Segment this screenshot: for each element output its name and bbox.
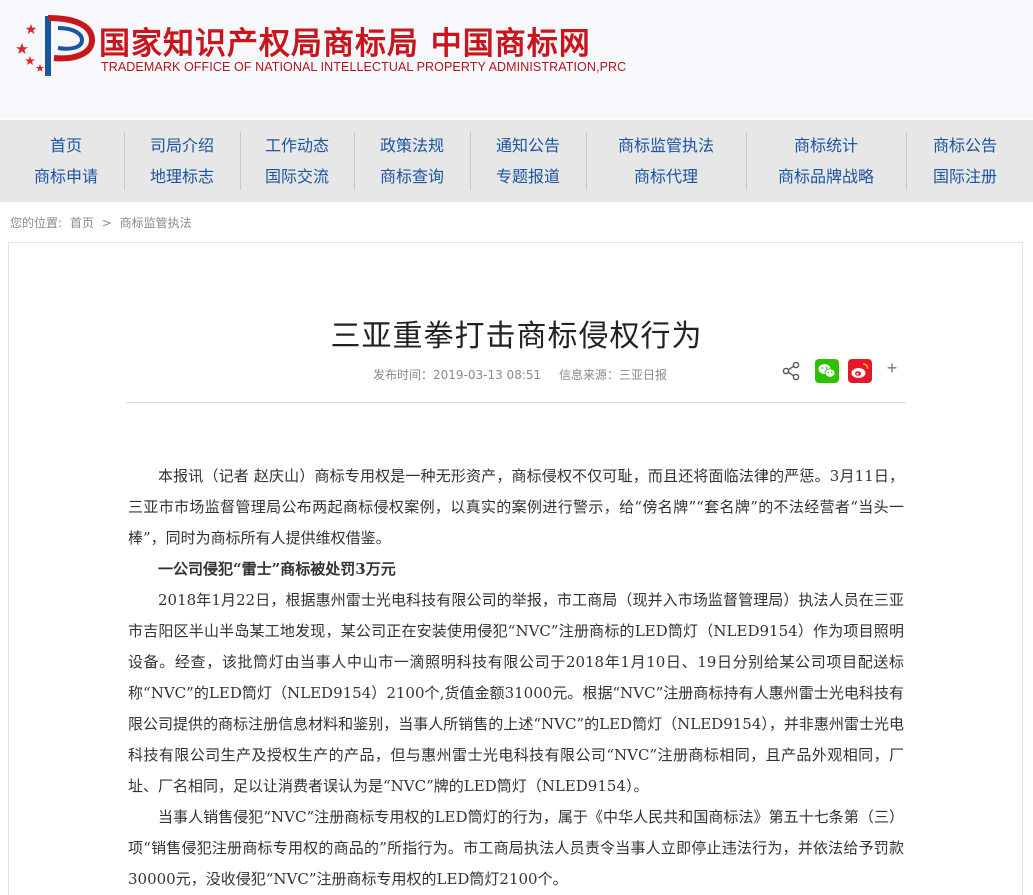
site-header: 国家知识产权局商标局 中国商标网 TRADEMARK OFFICE OF NAT… (0, 0, 1033, 118)
nav-link-work-news[interactable]: 工作动态 (240, 130, 354, 161)
paragraph-case-detail: 2018年1月22日，根据惠州雷士光电科技有限公司的举报，市工商局（现并入市场监… (128, 591, 904, 795)
nav-column-3: 工作动态 国际交流 (240, 130, 354, 192)
nav-column-7: 商标统计 商标品牌战略 (746, 130, 906, 192)
article-container: 三亚重拳打击商标侵权行为 发布时间：2019-03-13 08:51 信息来源：… (8, 242, 1023, 895)
title-divider (126, 402, 906, 403)
nav-link-special-reports[interactable]: 专题报道 (470, 161, 586, 192)
nav-link-trademark-application[interactable]: 商标申请 (8, 161, 124, 192)
wechat-icon[interactable] (815, 359, 839, 383)
nav-link-bureau-intro[interactable]: 司局介绍 (124, 130, 240, 161)
article-source: 信息来源：三亚日报 (558, 368, 667, 382)
nav-link-geographical-indication[interactable]: 地理标志 (124, 161, 240, 192)
nav-link-supervision-enforcement[interactable]: 商标监管执法 (586, 130, 746, 161)
breadcrumb-current-link[interactable]: 商标监管执法 (120, 216, 192, 230)
article-meta: 发布时间：2019-03-13 08:51 信息来源：三亚日报 (373, 366, 681, 383)
nav-link-policies-regulations[interactable]: 政策法规 (354, 130, 470, 161)
nav-link-announcements[interactable]: 通知公告 (470, 130, 586, 161)
nav-column-8: 商标公告 国际注册 (906, 130, 1024, 192)
publish-time: 发布时间：2019-03-13 08:51 (373, 368, 542, 382)
article-title: 三亚重拳打击商标侵权行为 (330, 319, 703, 354)
nav-column-4: 政策法规 商标查询 (354, 130, 470, 192)
nav-link-international-registration[interactable]: 国际注册 (906, 161, 1024, 192)
paragraph-intro: 本报讯（记者 赵庆山）商标专用权是一种无形资产，商标侵权不仅可耻，而且还将面临法… (128, 467, 904, 547)
paragraph-penalty: 当事人销售侵犯“NVC”注册商标专用权的LED筒灯的行为，属于《中华人民共和国商… (128, 808, 904, 888)
breadcrumb-label: 您的位置: (10, 216, 63, 230)
paragraph-subheading: 一公司侵犯“雷士”商标被处罚3万元 (158, 560, 396, 578)
nav-column-1: 首页 商标申请 (8, 130, 124, 192)
nav-column-2: 司局介绍 地理标志 (124, 130, 240, 192)
site-title-en: TRADEMARK OFFICE OF NATIONAL INTELLECTUA… (101, 60, 627, 74)
plus-icon[interactable]: + (880, 356, 904, 380)
article-body: 本报讯（记者 赵庆山）商标专用权是一种无形资产，商标侵权不仅可耻，而且还将面临法… (128, 461, 904, 895)
share-icon[interactable] (779, 359, 803, 383)
nav-link-international-exchange[interactable]: 国际交流 (240, 161, 354, 192)
nav-column-6: 商标监管执法 商标代理 (586, 130, 746, 192)
breadcrumb-home-link[interactable]: 首页 (70, 216, 94, 230)
nav-link-trademark-gazette[interactable]: 商标公告 (906, 130, 1024, 161)
nav-column-5: 通知公告 专题报道 (470, 130, 586, 192)
nav-link-brand-strategy[interactable]: 商标品牌战略 (746, 161, 906, 192)
weibo-icon[interactable] (848, 359, 872, 383)
nav-link-trademark-search[interactable]: 商标查询 (354, 161, 470, 192)
main-nav: 首页 商标申请 司局介绍 地理标志 工作动态 国际交流 政策法规 商标查询 通知… (0, 120, 1033, 202)
site-title-cn: 国家知识产权局商标局 中国商标网 (99, 26, 591, 62)
breadcrumb: 您的位置: 首页 > 商标监管执法 (10, 214, 196, 231)
nav-link-home[interactable]: 首页 (8, 130, 124, 161)
nav-link-trademark-statistics[interactable]: 商标统计 (746, 130, 906, 161)
breadcrumb-separator: > (101, 216, 112, 230)
nav-link-trademark-agency[interactable]: 商标代理 (586, 161, 746, 192)
cnipa-logo-icon[interactable] (8, 12, 98, 78)
